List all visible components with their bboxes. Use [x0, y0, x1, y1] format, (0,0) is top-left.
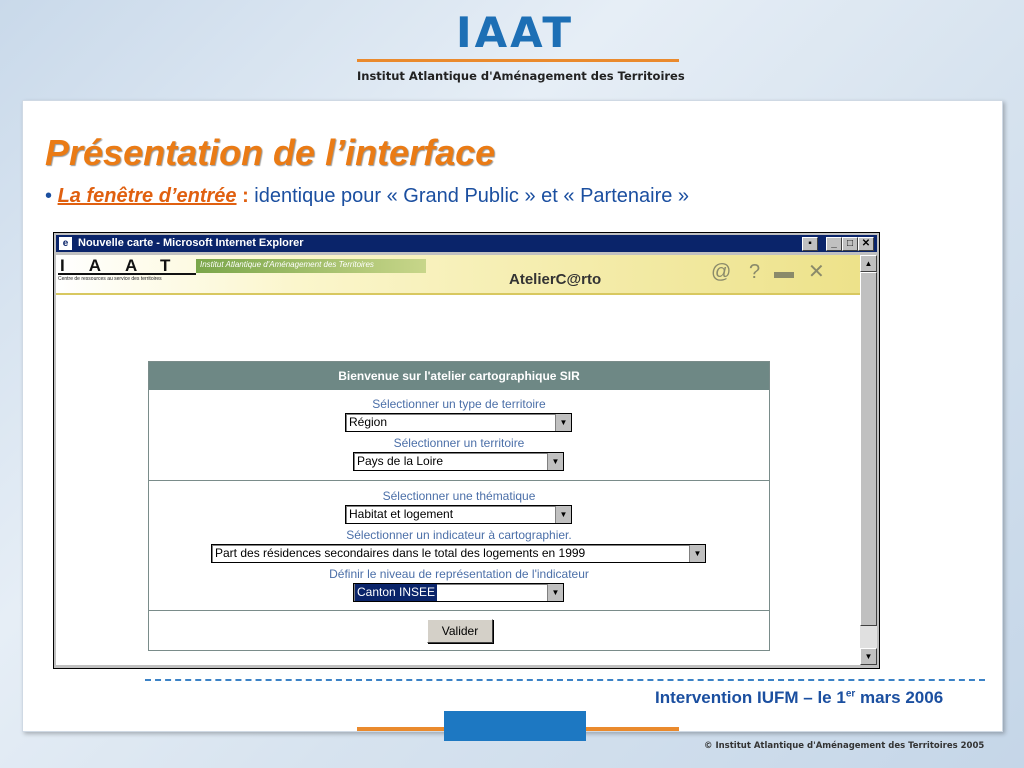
footer-intervention: Intervention IUFM – le 1er mars 2006 — [655, 688, 943, 708]
banner-green-band: Institut Atlantique d'Aménagement des Te… — [196, 259, 426, 273]
slide-title: Présentation de l’interface — [45, 132, 496, 173]
browser-content: IAAT Centre de ressources au service des… — [56, 255, 860, 665]
label-theme: Sélectionner une thématique — [382, 489, 536, 503]
subtitle-rest: identique pour « Grand Public » et « Par… — [248, 185, 690, 207]
theme-select[interactable]: Habitat et logement ▼ — [345, 505, 572, 524]
logo-underline — [357, 59, 679, 62]
print-icon[interactable]: ▬ — [774, 261, 794, 283]
app-name: AtelierC@rto — [509, 271, 602, 288]
indicator-value: Part des résidences secondaires dans le … — [215, 546, 586, 560]
footer-divider — [145, 679, 985, 681]
banner-band-text: Institut Atlantique d'Aménagement des Te… — [200, 260, 374, 269]
level-select[interactable]: Canton INSEE ▼ — [353, 583, 564, 602]
indicator-select[interactable]: Part des résidences secondaires dans le … — [211, 544, 706, 563]
browser-window: e Nouvelle carte - Microsoft Internet Ex… — [53, 232, 880, 669]
help-icon[interactable]: ? — [749, 261, 760, 283]
banner-logo-bar — [58, 273, 196, 275]
ie-icon: e — [59, 237, 72, 250]
label-territory-type: Sélectionner un type de territoire — [372, 397, 546, 411]
label-indicator: Sélectionner un indicateur à cartographi… — [346, 528, 572, 542]
browser-title: Nouvelle carte - Microsoft Internet Expl… — [78, 237, 304, 249]
scroll-down-icon[interactable]: ▼ — [860, 648, 877, 665]
territory-select[interactable]: Pays de la Loire ▼ — [353, 452, 564, 471]
label-level: Définir le niveau de représentation de l… — [329, 567, 589, 581]
slide-header: IAAT Institut Atlantique d'Aménagement d… — [0, 0, 1024, 100]
close-icon[interactable]: ✕ — [858, 237, 874, 251]
submit-button[interactable]: Valider — [427, 619, 493, 643]
org-name: Institut Atlantique d'Aménagement des Te… — [357, 69, 685, 83]
iaat-logo: IAAT — [456, 8, 575, 57]
chevron-down-icon[interactable]: ▼ — [555, 506, 571, 523]
form-divider — [149, 480, 769, 481]
theme-value: Habitat et logement — [349, 507, 454, 521]
slide-subtitle: • La fenêtre d’entrée : identique pour «… — [45, 184, 689, 208]
form-divider — [149, 610, 769, 611]
chevron-down-icon[interactable]: ▼ — [547, 453, 563, 470]
footer-intervention-b: mars 2006 — [855, 688, 944, 707]
territory-type-value: Région — [349, 415, 388, 429]
bullet: • — [45, 185, 53, 207]
scroll-up-icon[interactable]: ▲ — [860, 255, 877, 272]
close-app-icon[interactable]: ✕ — [808, 261, 825, 283]
footer-intervention-a: Intervention IUFM – le 1 — [655, 688, 846, 707]
welcome-form: Bienvenue sur l'atelier cartographique S… — [148, 361, 770, 651]
footer-blue-block — [444, 711, 586, 741]
form-header: Bienvenue sur l'atelier cartographique S… — [149, 362, 769, 390]
territory-value: Pays de la Loire — [357, 454, 444, 468]
app-banner: IAAT Centre de ressources au service des… — [56, 255, 860, 295]
banner-tagline: Centre de ressources au service des terr… — [58, 276, 162, 282]
vertical-scrollbar[interactable]: ▲ ▼ — [860, 255, 877, 665]
footer-intervention-sup: er — [845, 688, 856, 700]
chevron-down-icon[interactable]: ▼ — [547, 584, 563, 601]
email-icon[interactable]: @ — [711, 261, 731, 283]
scroll-thumb[interactable] — [860, 272, 877, 626]
maximize-icon[interactable]: □ — [842, 237, 858, 251]
copyright: © Institut Atlantique d'Aménagement des … — [704, 741, 985, 751]
menu-icon[interactable]: ▪ — [802, 237, 818, 251]
level-value: Canton INSEE — [355, 584, 438, 601]
banner-iaat-logo: IAAT — [60, 256, 195, 275]
chevron-down-icon[interactable]: ▼ — [555, 414, 571, 431]
chevron-down-icon[interactable]: ▼ — [689, 545, 705, 562]
territory-type-select[interactable]: Région ▼ — [345, 413, 572, 432]
minimize-icon[interactable]: _ — [826, 237, 842, 251]
subtitle-colon: : — [236, 185, 249, 207]
label-territory: Sélectionner un territoire — [393, 436, 525, 450]
browser-titlebar[interactable]: e Nouvelle carte - Microsoft Internet Ex… — [56, 235, 877, 252]
subtitle-lead: La fenêtre d’entrée — [57, 185, 237, 207]
